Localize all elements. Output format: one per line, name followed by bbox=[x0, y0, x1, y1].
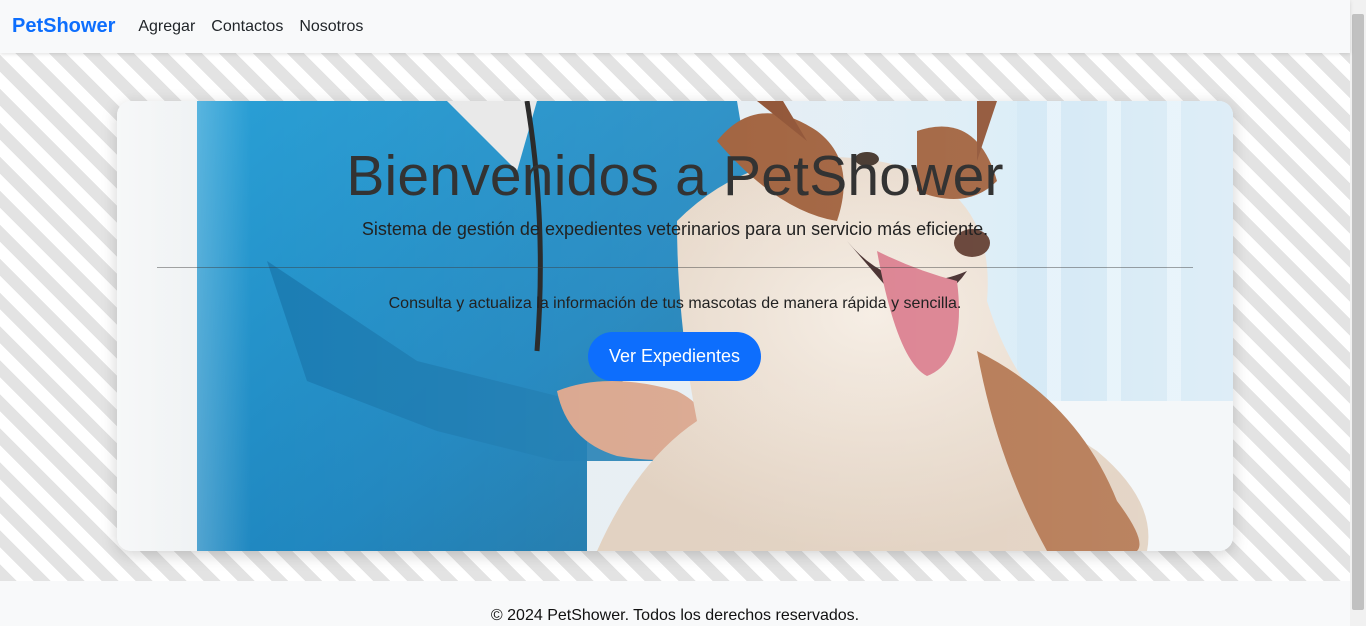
main-content: Bienvenidos a PetShower Sistema de gesti… bbox=[0, 53, 1350, 581]
scrollbar-thumb[interactable] bbox=[1352, 14, 1364, 610]
navbar: PetShower Agregar Contactos Nosotros bbox=[0, 0, 1350, 53]
hero-divider bbox=[157, 267, 1193, 268]
hero-subtitle: Sistema de gestión de expedientes veteri… bbox=[361, 219, 989, 239]
footer-copyright: © 2024 PetShower. Todos los derechos res… bbox=[490, 607, 860, 624]
hero-description: Consulta y actualiza la información de t… bbox=[388, 295, 962, 312]
nav-link-contactos[interactable]: Contactos bbox=[211, 18, 283, 36]
page-scrollbar[interactable] bbox=[1350, 0, 1366, 626]
brand-link[interactable]: PetShower bbox=[12, 15, 115, 38]
view-records-button[interactable]: Ver Expedientes bbox=[588, 332, 761, 381]
hero-content: Bienvenidos a PetShower Sistema de gesti… bbox=[117, 101, 1233, 551]
footer: © 2024 PetShower. Todos los derechos res… bbox=[0, 581, 1350, 626]
hero-card: Bienvenidos a PetShower Sistema de gesti… bbox=[117, 101, 1233, 551]
hero-title: Bienvenidos a PetShower bbox=[346, 144, 1004, 208]
nav-link-agregar[interactable]: Agregar bbox=[138, 18, 195, 36]
nav-link-nosotros[interactable]: Nosotros bbox=[299, 18, 363, 36]
